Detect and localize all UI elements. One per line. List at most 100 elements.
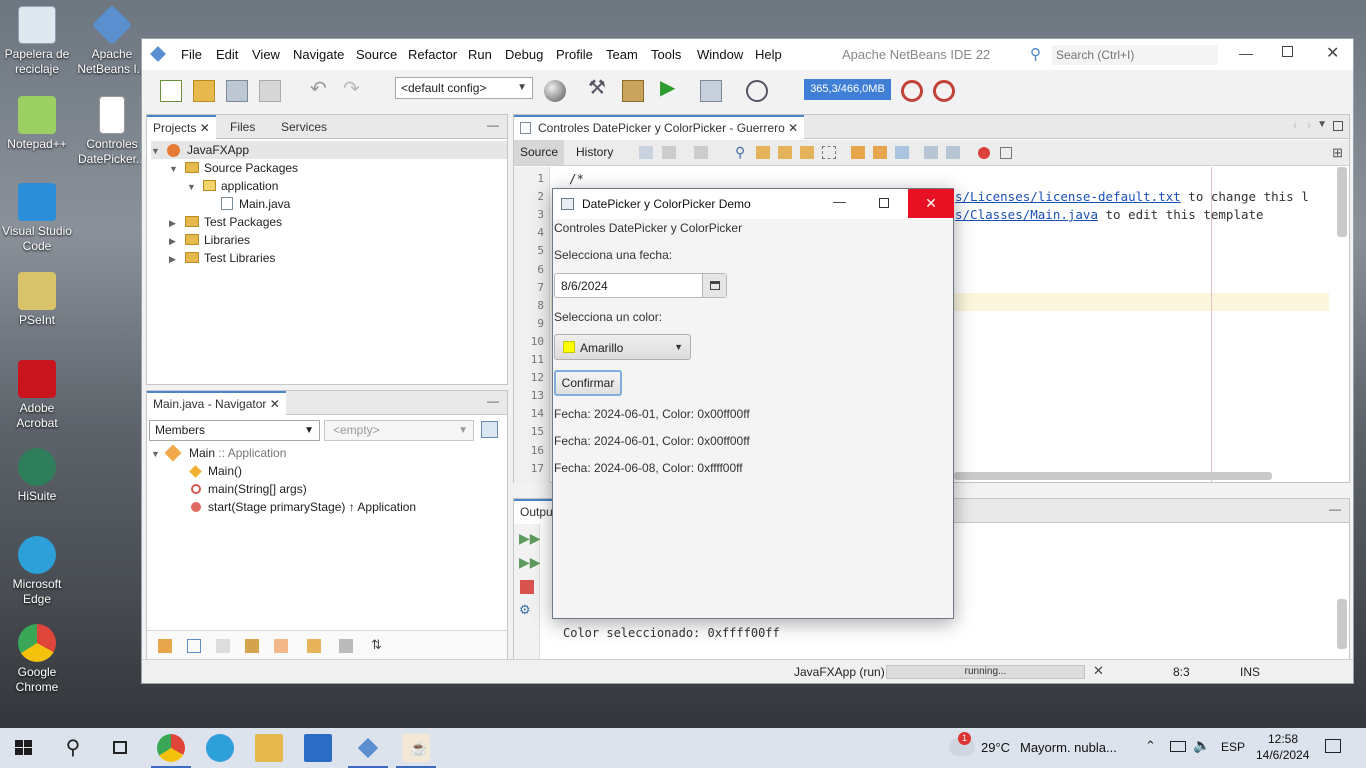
next-bookmark-icon[interactable] [873,146,887,159]
taskbar-java[interactable]: ☕ [396,734,436,768]
undo-icon[interactable]: ↶ [310,76,332,100]
nonpublic-filter-icon[interactable] [245,639,259,653]
record-macro-icon[interactable] [978,147,990,159]
minimize-panel-icon[interactable]: — [487,394,499,408]
inherited-filter-icon[interactable] [158,639,172,653]
tab-files[interactable]: Files [224,115,261,139]
search-input[interactable] [1052,45,1218,65]
menu-debug[interactable]: Debug [505,47,543,62]
minimize-panel-icon[interactable]: — [1329,502,1341,516]
desktop-icon-notepadpp[interactable]: Notepad++ [0,96,74,152]
desktop-icon-pseint[interactable]: PSeInt [0,272,74,328]
tab-source[interactable]: Source [514,140,565,165]
maximize-editor-icon[interactable] [1333,121,1343,131]
license-link[interactable]: s/Licenses/license-default.txt [955,189,1181,204]
network-icon[interactable] [1170,741,1186,752]
fields-filter-icon[interactable] [187,639,201,653]
toggle-highlight-icon[interactable] [822,146,836,159]
code-line-2[interactable]: s/Licenses/license-default.txt to change… [955,189,1309,204]
menu-file[interactable]: File [181,47,202,62]
config-select[interactable]: <default config> ▼ [395,77,533,99]
forward-icon[interactable] [694,146,708,159]
output-scrollbar[interactable] [1337,599,1347,649]
clock-date[interactable]: 14/6/2024 [1256,748,1309,762]
desktop-icon-controles[interactable]: Controles DatePicker... [75,96,149,167]
code-line-1[interactable]: /* [569,171,584,186]
menu-tools[interactable]: Tools [651,47,681,62]
sort-members-icon[interactable] [481,421,498,438]
globe-icon[interactable] [544,80,566,102]
sort-position-icon[interactable]: ⇅ [371,637,382,653]
menu-refactor[interactable]: Refactor [408,47,457,62]
dialog-close-button[interactable]: ✕ [908,189,954,218]
search-taskbar-button[interactable]: ⚲ [59,734,87,762]
taskbar-explorer[interactable] [255,734,283,762]
template-link[interactable]: s/Classes/Main.java [955,207,1098,222]
scroll-tabs-left-icon[interactable]: ‹ [1293,118,1297,132]
scroll-tabs-right-icon[interactable]: › [1307,118,1311,132]
sort-icon[interactable] [307,639,321,653]
nav-member-constructor[interactable]: Main() [189,462,242,480]
desktop-icon-chrome[interactable]: Google Chrome [0,624,74,695]
gc-icon[interactable] [901,80,923,102]
taskbar-chrome[interactable] [151,734,191,768]
maximize-button[interactable] [1282,46,1293,57]
confirm-button[interactable]: Confirmar [554,370,622,396]
members-select[interactable]: Members ▼ [149,420,320,441]
desktop-icon-hisuite[interactable]: HiSuite [0,448,74,504]
run-icon[interactable]: ▶ [660,75,682,99]
stop-macro-icon[interactable] [1000,147,1012,159]
menu-team[interactable]: Team [606,47,638,62]
menu-window[interactable]: Window [697,47,743,62]
volume-icon[interactable]: 🔈 [1193,737,1210,754]
cancel-task-icon[interactable]: ✕ [1093,663,1104,679]
menu-edit[interactable]: Edit [216,47,238,62]
close-icon[interactable]: ✕ [788,121,798,135]
tree-file-main[interactable]: Main.java [221,195,290,213]
task-view-button[interactable] [107,734,135,762]
debug-icon[interactable] [700,80,722,102]
code-line-3[interactable]: s/Classes/Main.java to edit this templat… [955,207,1264,222]
clock-time[interactable]: 12:58 [1268,732,1298,746]
new-project-icon[interactable] [193,80,215,102]
tab-navigator[interactable]: Main.java - Navigator ✕ [147,391,286,415]
shift-left-icon[interactable] [924,146,938,159]
tree-project[interactable]: ▼ JavaFXApp [151,141,507,159]
taskbar-store[interactable] [304,734,332,762]
build-icon[interactable]: ⚒ [588,75,610,99]
weather-text[interactable]: Mayorm. nubla... [1020,740,1117,755]
save-all-icon[interactable] [259,80,281,102]
editor-hscrollbar[interactable] [954,472,1272,480]
static-filter-icon[interactable] [216,639,230,653]
desktop-icon-recycle-bin[interactable]: Papelera de reciclaje [0,6,74,77]
profile-icon[interactable] [746,80,768,102]
split-editor-icon[interactable]: ⊞ [1332,145,1343,161]
find-next-icon[interactable] [778,146,792,159]
find-icon[interactable]: ⚲ [735,144,745,161]
menu-source[interactable]: Source [356,47,397,62]
start-button[interactable] [11,734,39,762]
chevron-down-icon[interactable]: ▼ [1317,119,1327,130]
nav-member-start[interactable]: start(Stage primaryStage) ↑ Application [191,498,416,516]
taskbar-edge[interactable] [206,734,234,762]
menu-profile[interactable]: Profile [556,47,593,62]
nav-member-main[interactable]: main(String[] args) [191,480,307,498]
prev-bookmark-icon[interactable] [851,146,865,159]
close-icon[interactable]: ✕ [270,397,280,411]
shift-right-icon[interactable] [946,146,960,159]
nav-class-main[interactable]: ▼ Main :: Application [151,444,286,462]
find-prev-icon[interactable] [756,146,770,159]
rerun-with-params-icon[interactable]: ▶▶ [519,554,541,571]
sort-alpha-icon[interactable] [339,639,353,653]
tray-chevron-up-icon[interactable]: ⌃ [1145,738,1156,754]
back-icon[interactable] [662,146,676,159]
minimize-button[interactable]: — [1239,45,1253,61]
menu-run[interactable]: Run [468,47,492,62]
profiler-icon[interactable] [933,80,955,102]
tab-services[interactable]: Services [275,115,333,139]
desktop-icon-acrobat[interactable]: Adobe Acrobat [0,360,74,431]
taskbar-netbeans[interactable] [348,734,388,768]
new-file-icon[interactable] [160,80,182,102]
stop-icon[interactable] [520,580,534,594]
date-picker[interactable]: 8/6/2024 [554,273,727,298]
